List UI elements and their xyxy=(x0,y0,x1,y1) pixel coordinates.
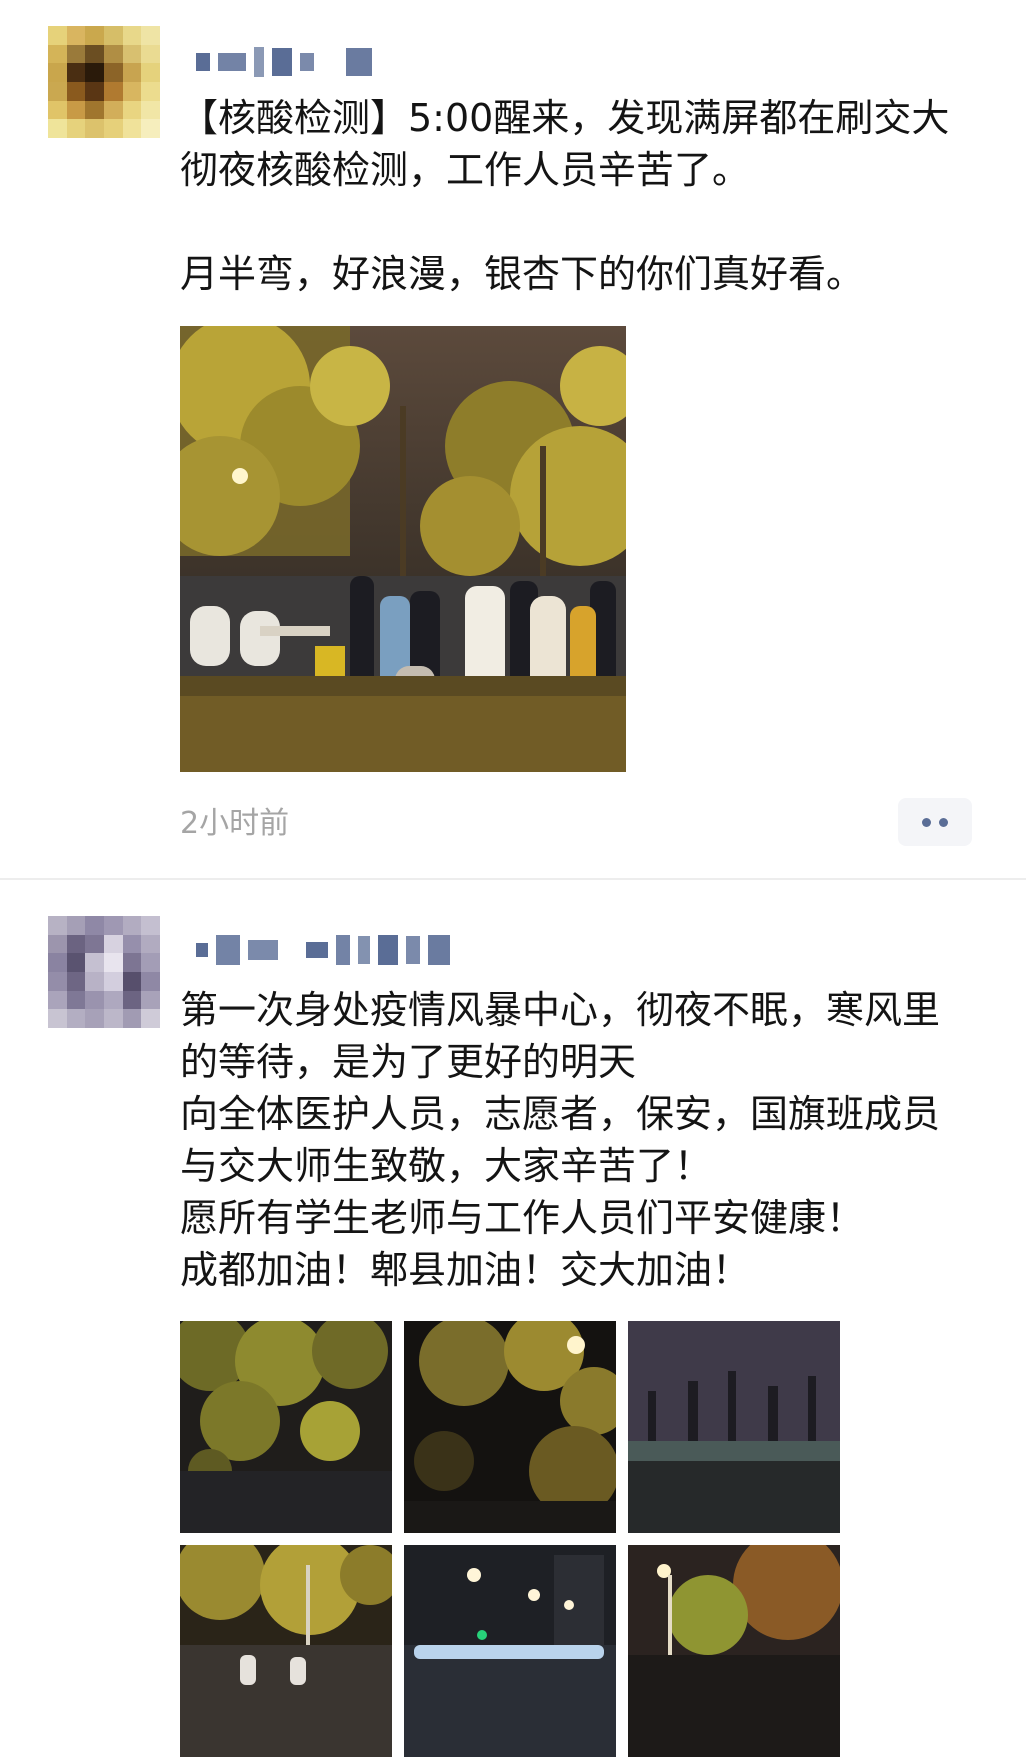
username-blur-block xyxy=(336,935,350,965)
blurred-avatar-image xyxy=(48,916,160,1028)
username-blur-block xyxy=(254,47,264,77)
post-timestamp: 2小时前 xyxy=(180,806,290,841)
username-blur-block xyxy=(272,48,292,76)
blurred-username[interactable] xyxy=(196,932,450,968)
username-blur-block xyxy=(306,942,328,958)
blurred-avatar-image xyxy=(48,26,160,138)
username-blur-block xyxy=(218,53,246,71)
username-blur-block xyxy=(248,940,278,960)
night-ginkgo-crowd-photo xyxy=(180,326,626,772)
avatar[interactable] xyxy=(48,916,160,1028)
username-blur-block xyxy=(406,936,420,964)
more-dots-icon xyxy=(939,817,948,827)
more-dots-icon xyxy=(922,817,931,827)
grid-photo[interactable] xyxy=(404,1545,616,1757)
username-blur-block xyxy=(216,935,240,965)
ginkgo-streetlight-photo xyxy=(404,1321,616,1533)
more-actions-button[interactable] xyxy=(898,798,972,846)
night-queue-photo xyxy=(404,1545,616,1757)
ginkgo-night-photo xyxy=(180,1321,392,1533)
username-blur-block xyxy=(346,48,372,76)
photo-grid xyxy=(180,1321,850,1757)
username-blur-block xyxy=(300,53,314,71)
post-text: 第一次身处疫情风暴中心，彻夜不眠，寒风里的等待，是为了更好的明天 向全体医护人员… xyxy=(180,988,941,1292)
night-trees-photo xyxy=(628,1545,840,1757)
ginkgo-crowd-photo xyxy=(180,1545,392,1757)
grid-photo[interactable] xyxy=(628,1321,840,1533)
grid-photo[interactable] xyxy=(628,1545,840,1757)
grid-photo[interactable] xyxy=(180,1321,392,1533)
post-text: 【核酸检测】5:00醒来，发现满屏都在刷交大彻夜核酸检测，工作人员辛苦了。 月半… xyxy=(180,96,950,296)
username-blur-block xyxy=(378,935,398,965)
username-blur-block xyxy=(196,943,208,957)
username-blur-block xyxy=(428,935,450,965)
grid-photo[interactable] xyxy=(404,1321,616,1533)
post-photo[interactable] xyxy=(180,326,626,772)
moment-post: 第一次身处疫情风暴中心，彻夜不眠，寒风里的等待，是为了更好的明天 向全体医护人员… xyxy=(0,880,1026,1757)
grid-photo[interactable] xyxy=(180,1545,392,1757)
username-blur-block xyxy=(358,936,370,964)
avatar[interactable] xyxy=(48,26,160,138)
username-blur-block xyxy=(196,53,210,71)
night-field-photo xyxy=(628,1321,840,1533)
moment-post: 【核酸检测】5:00醒来，发现满屏都在刷交大彻夜核酸检测，工作人员辛苦了。 月半… xyxy=(0,0,1026,880)
blurred-username[interactable] xyxy=(196,44,372,80)
